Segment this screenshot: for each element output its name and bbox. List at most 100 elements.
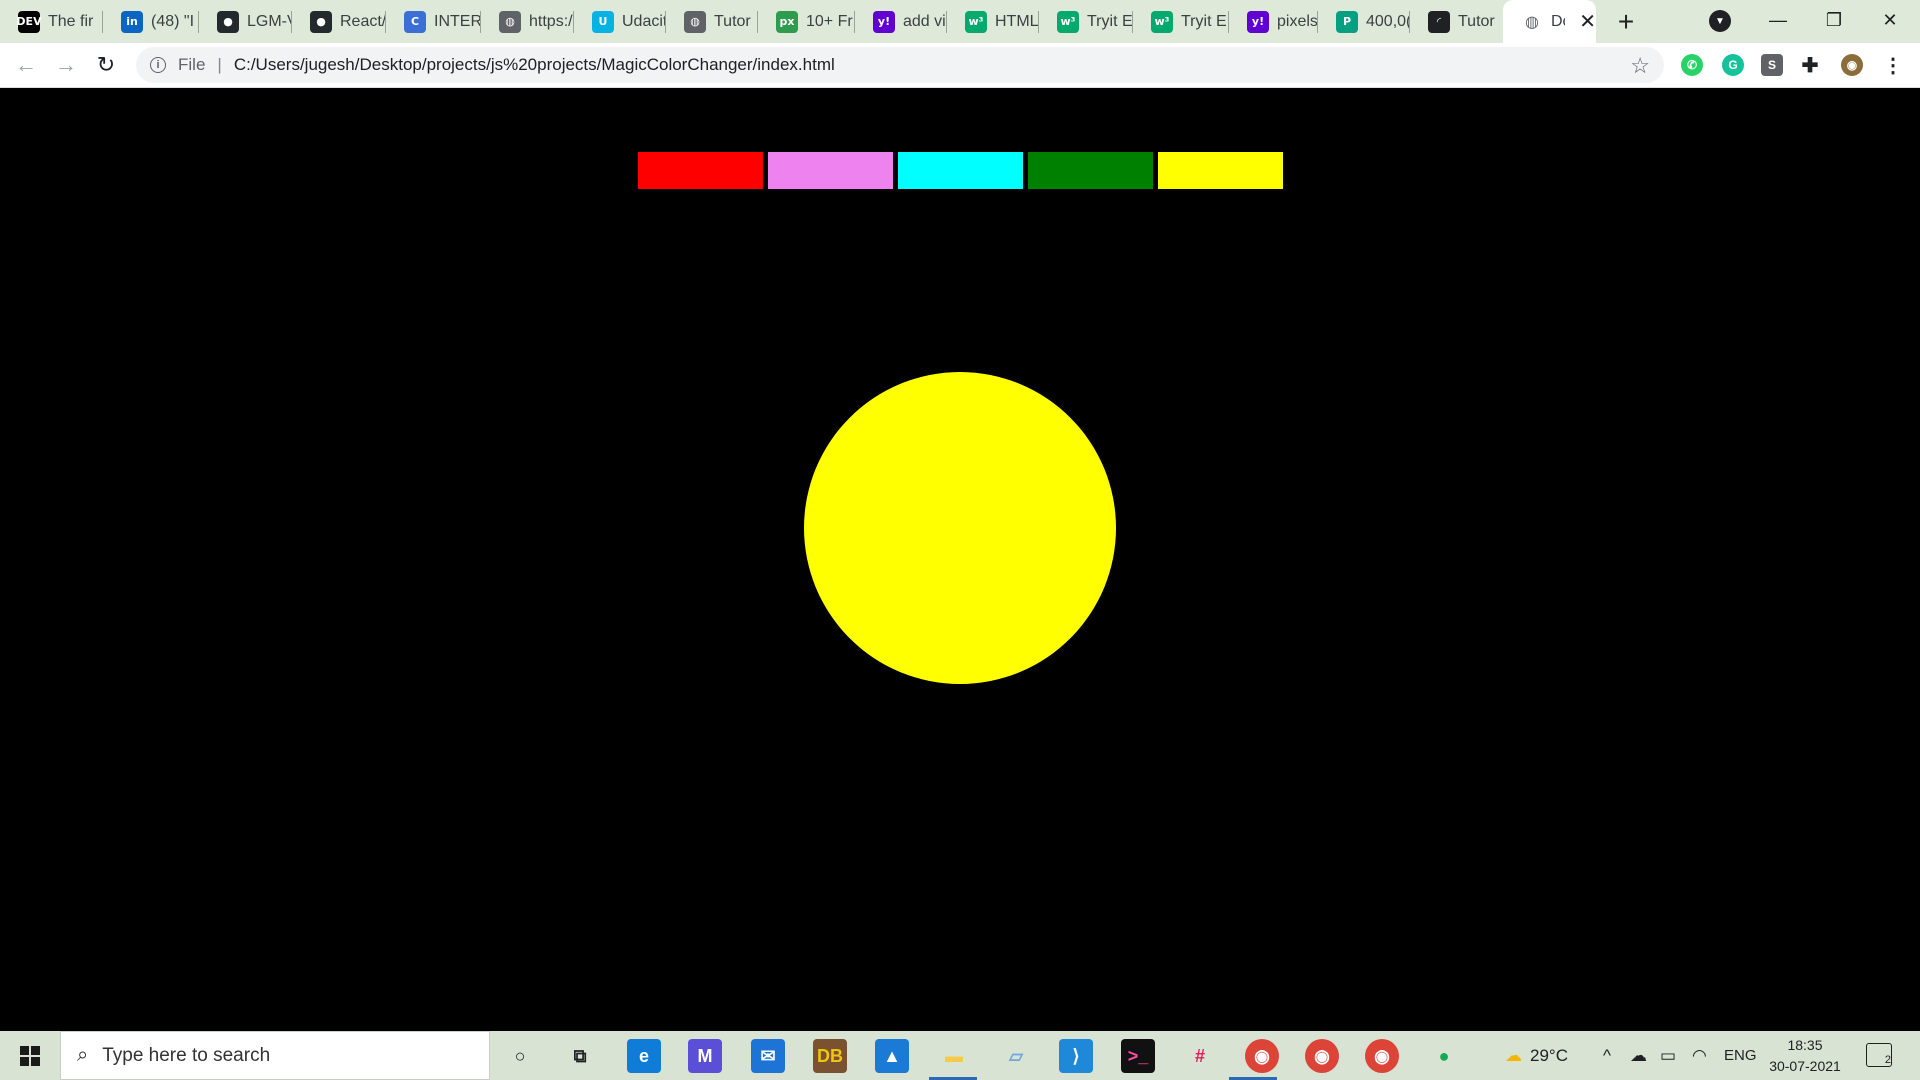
tab-label: Dc xyxy=(1551,12,1565,30)
tray-chevron-icon[interactable]: ^ xyxy=(1603,1031,1611,1080)
tab-label: Tryit E xyxy=(1087,12,1133,30)
tab-7[interactable]: U Udacit xyxy=(574,0,666,43)
notification-center-icon[interactable]: 2 xyxy=(1866,1043,1892,1067)
tab-separator xyxy=(573,11,574,33)
onedrive-icon[interactable]: ☁ xyxy=(1630,1031,1647,1080)
slack-icon[interactable]: # xyxy=(1183,1039,1217,1073)
address-bar[interactable]: i File | C:/Users/jugesh/Desktop/project… xyxy=(136,47,1664,83)
tab-5[interactable]: C INTER xyxy=(386,0,481,43)
color-circle xyxy=(804,372,1116,684)
tab-14[interactable]: y! pixels xyxy=(1229,0,1318,43)
avatar[interactable]: ◉ xyxy=(1841,54,1863,76)
edge-icon[interactable]: e xyxy=(627,1039,661,1073)
wifi-icon[interactable]: ◠ xyxy=(1692,1031,1707,1080)
forward-button[interactable]: → xyxy=(50,49,82,81)
swatch-red[interactable] xyxy=(638,152,763,189)
tab-3[interactable]: ● LGM-V xyxy=(199,0,292,43)
minimize-button[interactable]: — xyxy=(1750,0,1806,40)
tab-4[interactable]: ● React/ xyxy=(292,0,386,43)
tab-label: (48) "I xyxy=(151,12,195,30)
terminal-icon[interactable]: >_ xyxy=(1121,1039,1155,1073)
whatsapp-icon[interactable]: ✆ xyxy=(1681,54,1703,76)
globe-icon: ◍ xyxy=(499,10,521,33)
tab-separator xyxy=(757,11,758,33)
close-tab-icon[interactable]: ✕ xyxy=(1579,12,1596,32)
swatch-cyan[interactable] xyxy=(898,152,1023,189)
notepad-icon[interactable]: ▱ xyxy=(999,1039,1033,1073)
tab-separator xyxy=(946,11,947,33)
tab-label: Tryit E xyxy=(1181,12,1227,30)
tab-search-icon[interactable]: ▼ xyxy=(1709,10,1731,32)
puzzle-icon[interactable]: ✚ xyxy=(1799,54,1821,77)
chrome-icon[interactable]: ◉ xyxy=(1305,1039,1339,1073)
file-explorer-icon[interactable]: ▬ xyxy=(937,1039,971,1073)
tab-separator xyxy=(385,11,386,33)
dosbox-icon[interactable]: DB xyxy=(813,1039,847,1073)
vs-icon[interactable]: M xyxy=(688,1039,722,1073)
weather-icon: ☁ xyxy=(1505,1045,1522,1065)
language-indicator[interactable]: ENG xyxy=(1724,1031,1757,1080)
tab-2[interactable]: in (48) "I xyxy=(103,0,199,43)
scheme-label: File xyxy=(178,55,206,74)
tab-10[interactable]: y! add vi xyxy=(855,0,947,43)
vscode-icon[interactable]: ⟩ xyxy=(1059,1039,1093,1073)
loading-icon: ◜ xyxy=(1428,10,1450,33)
battery-icon[interactable]: ▭ xyxy=(1660,1031,1676,1080)
cortana-icon[interactable]: ○ xyxy=(503,1039,537,1073)
w3schools-icon: w³ xyxy=(1151,10,1173,33)
tab-separator xyxy=(198,11,199,33)
clock-time: 18:35 xyxy=(1787,1037,1823,1053)
start-button[interactable] xyxy=(0,1031,60,1080)
tab-8[interactable]: ◍ Tutor xyxy=(666,0,758,43)
info-icon[interactable]: i xyxy=(150,57,166,73)
back-button[interactable]: ← xyxy=(10,49,42,81)
tab-separator xyxy=(1228,11,1229,33)
weather-widget[interactable]: ☁ 29°C xyxy=(1505,1031,1568,1080)
tab-15[interactable]: P 400,0( xyxy=(1318,0,1410,43)
linkedin-icon: in xyxy=(121,10,143,33)
new-tab-button[interactable]: + xyxy=(1610,6,1642,38)
yahoo-icon: y! xyxy=(873,10,895,33)
tab-12[interactable]: w³ Tryit E xyxy=(1039,0,1133,43)
pexels-icon: P xyxy=(1336,10,1358,33)
tab-active[interactable]: ◍ Dc ✕ xyxy=(1503,0,1596,43)
tab-label: Tutor xyxy=(1458,12,1495,30)
clock[interactable]: 18:35 30-07-2021 xyxy=(1760,1035,1850,1077)
chrome-profile-icon[interactable]: ◉ xyxy=(1245,1039,1279,1073)
close-window-button[interactable]: ✕ xyxy=(1862,0,1918,40)
bookmark-star-icon[interactable]: ☆ xyxy=(1630,53,1650,79)
reload-button[interactable]: ↻ xyxy=(90,49,122,81)
tab-label: https:/ xyxy=(529,12,573,30)
clock-date: 30-07-2021 xyxy=(1769,1058,1841,1074)
tab-1[interactable]: DEV The fir xyxy=(0,0,103,43)
swatch-green[interactable] xyxy=(1028,152,1153,189)
s-extension-icon[interactable]: S xyxy=(1761,54,1783,76)
tab-13[interactable]: w³ Tryit E xyxy=(1133,0,1229,43)
chrome-icon-2[interactable]: ◉ xyxy=(1365,1039,1399,1073)
mail-icon[interactable]: ✉ xyxy=(751,1039,785,1073)
tab-label: add vi xyxy=(903,12,946,30)
github-icon: ● xyxy=(217,10,239,33)
swatch-yellow[interactable] xyxy=(1158,152,1283,189)
more-icon[interactable]: ⋮ xyxy=(1882,54,1904,77)
restore-button[interactable]: ❐ xyxy=(1806,0,1862,40)
tab-label: HTML xyxy=(995,12,1039,30)
tab-11[interactable]: w³ HTML xyxy=(947,0,1039,43)
tab-16[interactable]: ◜ Tutor xyxy=(1410,0,1503,43)
swatch-violet[interactable] xyxy=(768,152,893,189)
w3schools-icon: w³ xyxy=(965,10,987,33)
photos-icon[interactable]: ▲ xyxy=(875,1039,909,1073)
task-view-icon[interactable]: ⧉ xyxy=(563,1039,597,1073)
tab-label: LGM-V xyxy=(247,12,292,30)
grammarly-icon[interactable]: G xyxy=(1722,54,1744,76)
tab-separator xyxy=(1132,11,1133,33)
url-text[interactable]: C:/Users/jugesh/Desktop/projects/js%20pr… xyxy=(234,55,835,75)
yahoo-icon: y! xyxy=(1247,10,1269,33)
tab-6[interactable]: ◍ https:/ xyxy=(481,0,574,43)
taskbar-search[interactable]: ⌕ Type here to search xyxy=(60,1031,490,1080)
mongodb-icon[interactable]: ● xyxy=(1427,1039,1461,1073)
tab-9[interactable]: px 10+ Fr xyxy=(758,0,855,43)
dev-icon: DEV xyxy=(16,10,42,33)
c-icon: C xyxy=(404,10,426,33)
tab-separator xyxy=(291,11,292,33)
